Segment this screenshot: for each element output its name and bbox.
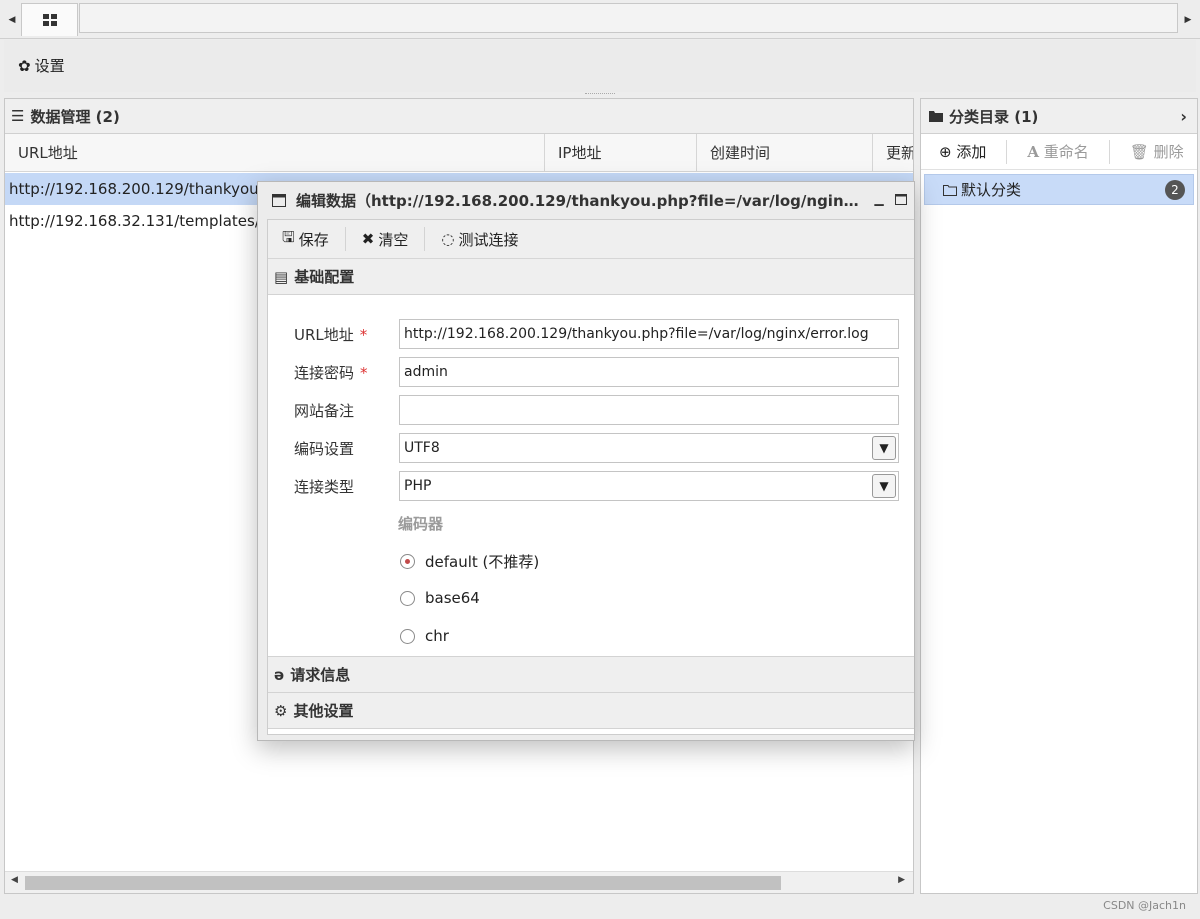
clear-button[interactable]: ✖ 清空 (362, 229, 409, 250)
radio-icon[interactable] (400, 628, 415, 644)
watermark: CSDN @Jach1n (1103, 899, 1186, 912)
delete-label: 删除 (1153, 143, 1184, 161)
window-icon (272, 193, 286, 207)
encoder-option-label: chr (425, 627, 449, 645)
font-icon: A (1027, 143, 1040, 161)
horizontal-scrollbar[interactable]: ◀ ▶ (5, 871, 913, 893)
category-panel: 分类目录 (1) › ⊕ 添加 A 重命名 🗑 删除 默认分类 2 (920, 98, 1198, 894)
floppy-icon: 🖫 (282, 227, 295, 246)
type-value: PHP (404, 478, 432, 494)
section-other-settings[interactable]: ⚙ 其他设置 (268, 693, 914, 729)
rename-label: 重命名 (1043, 143, 1089, 161)
delete-category-button[interactable]: 🗑 删除 (1130, 141, 1184, 162)
tab-scroll-left-icon[interactable]: ◀ (2, 4, 22, 36)
gears-icon: ⚙ (274, 701, 288, 720)
encoder-radio-base64[interactable]: base64 (400, 589, 480, 607)
count-badge: 2 (1165, 180, 1185, 200)
test-label: 测试连接 (458, 230, 519, 249)
section-basic-label: 基础配置 (294, 268, 355, 286)
divider (424, 227, 426, 251)
edit-data-dialog: 编辑数据（http://192.168.200.129/thankyou.php… (257, 181, 915, 741)
add-label: 添加 (956, 143, 987, 161)
chevron-down-icon[interactable]: ▼ (872, 436, 896, 460)
scrollbar-thumb[interactable] (25, 876, 781, 890)
data-panel-title: 数据管理 (2) (30, 107, 120, 126)
save-button[interactable]: 🖫 保存 (282, 227, 329, 252)
column-url[interactable]: URL地址 (5, 134, 545, 172)
encoder-radio-chr[interactable]: chr (400, 627, 449, 645)
scroll-left-icon[interactable]: ◀ (11, 875, 18, 885)
save-label: 保存 (298, 230, 329, 249)
divider (1108, 139, 1110, 164)
clear-label: 清空 (378, 230, 409, 249)
grid-icon (42, 14, 57, 26)
splitter-grip[interactable] (585, 93, 615, 95)
grid-header: URL地址 IP地址 创建时间 更新时间 (5, 134, 913, 172)
section-request-info[interactable]: ә 请求信息 (268, 657, 914, 693)
category-toolbar: ⊕ 添加 A 重命名 🗑 删除 (921, 134, 1197, 170)
settings-label: 设置 (34, 57, 65, 75)
encoder-option-label: default (不推荐) (425, 553, 540, 571)
encoder-radio-default[interactable]: default (不推荐) (400, 551, 539, 572)
rename-category-button[interactable]: A 重命名 (1027, 141, 1088, 162)
test-connection-button[interactable]: ◌ 测试连接 (441, 229, 518, 250)
password-input[interactable]: admin (399, 357, 899, 387)
data-panel-header: ☰ 数据管理 (2) (5, 99, 913, 134)
status-bar: CSDN @Jach1n (0, 895, 1200, 919)
maximize-icon[interactable] (894, 192, 908, 206)
settings-button[interactable]: ✿ 设置 (18, 55, 65, 76)
dialog-body: 🖫 保存 ✖ 清空 ◌ 测试连接 ▤ 基础配置 URL地址 * http://192.1… (267, 219, 914, 735)
scroll-right-icon[interactable]: ▶ (898, 875, 905, 885)
basic-config-form: URL地址 * http://192.168.200.129/thankyou.p… (268, 295, 914, 657)
encoding-select[interactable]: UTF8 ▼ (399, 433, 899, 463)
encoding-value: UTF8 (404, 440, 440, 456)
url-input[interactable]: http://192.168.200.129/thankyou.php?file… (399, 319, 899, 349)
encoder-option-label: base64 (425, 589, 480, 607)
column-updated[interactable]: 更新时间 (873, 134, 913, 172)
url-label: URL地址 * (294, 326, 368, 344)
type-select[interactable]: PHP ▼ (399, 471, 899, 501)
chevron-right-icon[interactable]: › (1180, 107, 1187, 126)
tab-track (79, 3, 1178, 33)
note-input[interactable] (399, 395, 899, 425)
edge-icon: ә (274, 665, 285, 684)
radio-selected-icon[interactable] (400, 554, 415, 569)
dialog-title: 编辑数据（http://192.168.200.129/thankyou.php… (296, 191, 868, 210)
trash-icon: 🗑 (1129, 143, 1149, 161)
tab-scroll-right-icon[interactable]: ▶ (1178, 4, 1198, 36)
tab-home[interactable] (21, 3, 78, 36)
spinner-icon: ◌ (441, 230, 455, 248)
close-icon: ✖ (361, 230, 375, 248)
gear-icon: ✿ (18, 56, 31, 75)
column-ip[interactable]: IP地址 (545, 134, 697, 172)
chevron-down-icon[interactable]: ▼ (872, 474, 896, 498)
category-panel-title: 分类目录 (1) (949, 107, 1039, 126)
minimize-icon[interactable]: ▁ (872, 192, 886, 206)
list-icon: ☰ (11, 107, 25, 125)
divider (344, 227, 346, 251)
radio-icon[interactable] (400, 590, 415, 606)
add-category-button[interactable]: ⊕ 添加 (939, 141, 986, 162)
divider (1006, 139, 1008, 164)
category-item[interactable]: 默认分类 2 (924, 174, 1194, 205)
note-label: 网站备注 (294, 402, 355, 420)
section-other-label: 其他设置 (293, 702, 354, 720)
encoder-label: 编码器 (398, 515, 444, 533)
tab-strip: ◀ ▶ (0, 0, 1200, 39)
type-label: 连接类型 (294, 478, 355, 496)
dialog-toolbar: 🖫 保存 ✖ 清空 ◌ 测试连接 (268, 220, 914, 259)
section-request-label: 请求信息 (290, 666, 351, 684)
dialog-titlebar[interactable]: 编辑数据（http://192.168.200.129/thankyou.php… (258, 182, 914, 218)
plus-circle-icon: ⊕ (939, 143, 952, 161)
section-basic-config[interactable]: ▤ 基础配置 (268, 259, 914, 295)
folder-open-icon (943, 184, 957, 196)
category-panel-header: 分类目录 (1) › (921, 99, 1197, 134)
main-toolbar: ✿ 设置 (4, 40, 1196, 92)
document-icon: ▤ (274, 267, 289, 286)
encoding-label: 编码设置 (294, 440, 355, 458)
category-label: 默认分类 (961, 181, 1022, 199)
column-created[interactable]: 创建时间 (697, 134, 873, 172)
password-label: 连接密码 * (294, 364, 368, 382)
folder-icon (929, 111, 943, 122)
